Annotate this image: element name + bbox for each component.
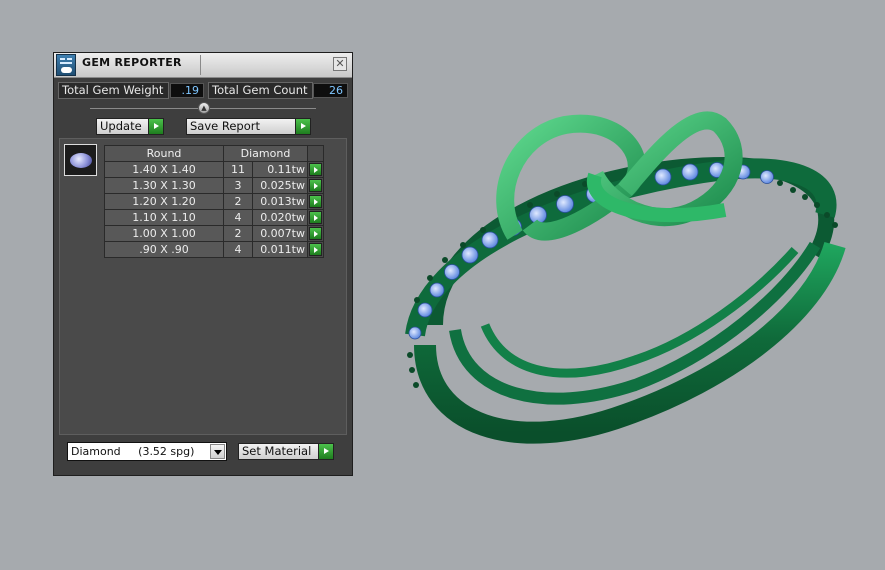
gem-size: .90 X .90: [104, 241, 224, 258]
gem-size: 1.00 X 1.00: [104, 225, 224, 242]
gem-list-area: Round Diamond 1.40 X 1.40 11 0.11tw 1.30…: [59, 138, 347, 435]
gem-count: 2: [223, 225, 253, 242]
3d-viewport[interactable]: GEM REPORTER ✕ Total Gem Weight .19 Tota…: [0, 0, 885, 570]
chevron-down-icon[interactable]: [210, 444, 225, 459]
header-spacer: [307, 145, 324, 162]
gem-count: 4: [223, 241, 253, 258]
table-row: .90 X .90 4 0.011tw: [104, 241, 324, 258]
gem-size: 1.30 X 1.30: [104, 177, 224, 194]
select-row-arrow-icon[interactable]: [309, 211, 322, 224]
gem-count: 2: [223, 193, 253, 210]
gem-reporter-app-icon: [56, 54, 76, 76]
table-row: 1.40 X 1.40 11 0.11tw: [104, 161, 324, 178]
select-row-arrow-icon[interactable]: [309, 227, 322, 240]
total-gem-weight-value: .19: [170, 83, 204, 98]
green-play-arrow-icon: [295, 119, 310, 134]
gem-reporter-window: GEM REPORTER ✕ Total Gem Weight .19 Tota…: [53, 52, 353, 476]
gem-weight: 0.025tw: [252, 177, 308, 194]
table-row: 1.20 X 1.20 2 0.013tw: [104, 193, 324, 210]
total-gem-count-label: Total Gem Count: [208, 82, 313, 99]
material-selected-value: Diamond (3.52 spg): [71, 445, 195, 458]
gem-size: 1.20 X 1.20: [104, 193, 224, 210]
shape-header: Round: [104, 145, 224, 162]
select-row-arrow-icon[interactable]: [309, 243, 322, 256]
save-report-label: Save Report: [190, 119, 261, 133]
gem-size: 1.40 X 1.40: [104, 161, 224, 178]
select-row-arrow-icon[interactable]: [309, 179, 322, 192]
green-play-arrow-icon: [148, 119, 163, 134]
update-button[interactable]: Update: [96, 118, 164, 135]
table-row: 1.10 X 1.10 4 0.020tw: [104, 209, 324, 226]
table-row: 1.30 X 1.30 3 0.025tw: [104, 177, 324, 194]
set-material-label: Set Material: [242, 444, 312, 458]
material-dropdown[interactable]: Diamond (3.52 spg): [67, 442, 227, 461]
title-divider: [200, 55, 201, 75]
gem-weight: 0.007tw: [252, 225, 308, 242]
gem-weight: 0.011tw: [252, 241, 308, 258]
window-title: GEM REPORTER: [82, 56, 182, 69]
ring-3d-model[interactable]: [395, 95, 855, 475]
gem-size: 1.10 X 1.10: [104, 209, 224, 226]
total-gem-count-value: 26: [313, 83, 348, 98]
title-bar[interactable]: GEM REPORTER ✕: [54, 53, 352, 78]
round-gem-thumbnail-icon[interactable]: [64, 144, 97, 176]
gem-count: 11: [223, 161, 253, 178]
close-icon[interactable]: ✕: [333, 57, 347, 71]
select-row-arrow-icon[interactable]: [309, 195, 322, 208]
splitter-handle-icon[interactable]: ▲: [198, 102, 210, 114]
gem-count: 4: [223, 209, 253, 226]
material-header: Diamond: [223, 145, 308, 162]
gem-weight: 0.020tw: [252, 209, 308, 226]
green-play-arrow-icon: [318, 444, 333, 459]
save-report-button[interactable]: Save Report: [186, 118, 311, 135]
update-label: Update: [100, 119, 142, 133]
gem-table: Round Diamond 1.40 X 1.40 11 0.11tw 1.30…: [104, 145, 324, 258]
select-row-arrow-icon[interactable]: [309, 163, 322, 176]
gem-weight: 0.11tw: [252, 161, 308, 178]
gem-count: 3: [223, 177, 253, 194]
total-gem-weight-label: Total Gem Weight: [58, 82, 169, 99]
gem-weight: 0.013tw: [252, 193, 308, 210]
set-material-button[interactable]: Set Material: [238, 443, 334, 460]
table-row: 1.00 X 1.00 2 0.007tw: [104, 225, 324, 242]
